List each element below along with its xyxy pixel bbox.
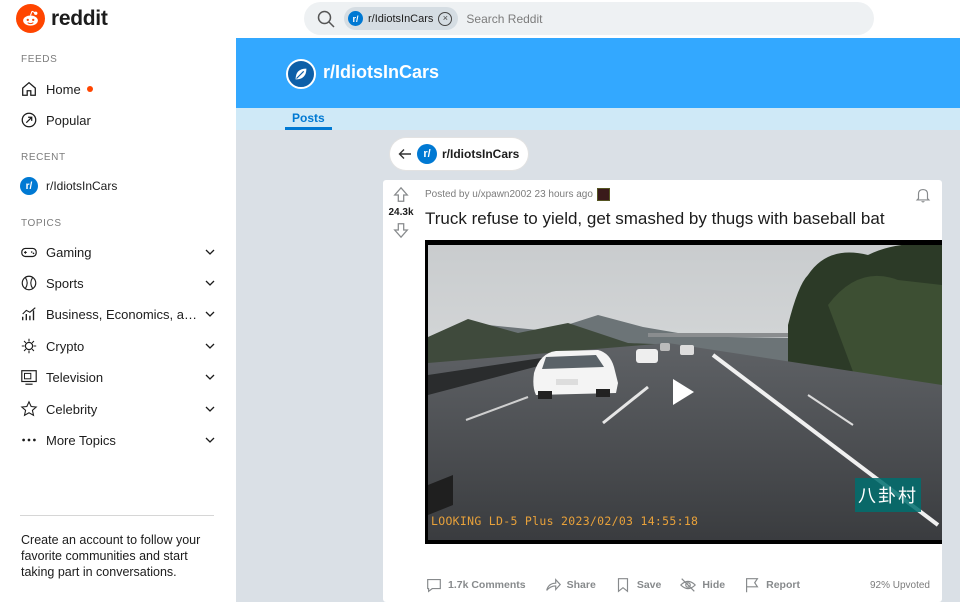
- sidebar-item-business[interactable]: Business, Economics, and Finance: [20, 302, 216, 326]
- sidebar-item-label: Sports: [46, 275, 84, 291]
- share-icon: [545, 578, 561, 592]
- community-leaf-icon: [286, 59, 316, 89]
- dashcam-timestamp: LOOKING LD-5 Plus 2023/02/03 14:55:18: [431, 514, 699, 528]
- sidebar-item-home[interactable]: Home: [20, 77, 216, 101]
- chevron-down-icon[interactable]: [204, 246, 216, 258]
- post-card[interactable]: 24.3k Posted by u/xpawn2002 23 hours ago…: [383, 180, 942, 602]
- chevron-down-icon[interactable]: [204, 308, 216, 320]
- community-icon: r/: [20, 177, 38, 195]
- sidebar-item-label: Gaming: [46, 244, 92, 260]
- sidebar-item-more-topics[interactable]: More Topics: [20, 428, 216, 452]
- main-content: r/IdiotsInCars Posts r/ r/IdiotsInCars 2…: [236, 38, 960, 602]
- sidebar-item-popular[interactable]: Popular: [20, 108, 216, 132]
- post-meta: Posted by u/xpawn2002 23 hours ago: [425, 188, 610, 201]
- vote-count: 24.3k: [388, 207, 414, 218]
- post-meta-text: Posted by u/xpawn2002 23 hours ago: [425, 189, 593, 200]
- back-to-community-button[interactable]: r/ r/IdiotsInCars: [390, 138, 529, 170]
- sidebar-item-label: Television: [46, 369, 104, 385]
- community-title: r/IdiotsInCars: [323, 62, 440, 82]
- hide-label: Hide: [702, 579, 726, 591]
- gamepad-icon: [20, 243, 38, 261]
- sidebar-item-label: r/IdiotsInCars: [46, 179, 118, 193]
- bookmark-icon: [617, 578, 628, 593]
- flag-icon: [746, 578, 759, 593]
- upvote-arrow-icon[interactable]: [392, 186, 410, 204]
- ellipsis-icon: [20, 431, 38, 449]
- sidebar-item-label: More Topics: [46, 432, 116, 448]
- save-label: Save: [636, 579, 662, 591]
- downvote-arrow-icon[interactable]: [392, 221, 410, 239]
- chevron-down-icon[interactable]: [204, 277, 216, 289]
- reddit-snoo-icon: [16, 4, 45, 33]
- notification-dot: [86, 86, 93, 92]
- topics-heading: TOPICS: [21, 218, 62, 229]
- comment-icon: [427, 579, 441, 593]
- signup-cta-text: Create an account to follow your favorit…: [21, 533, 201, 579]
- video-player[interactable]: 八卦村 LOOKING LD-5 Plus 2023/02/03 14:55:1…: [425, 240, 942, 544]
- hide-button[interactable]: Hide: [679, 576, 725, 594]
- reddit-wordmark: reddit: [51, 6, 108, 30]
- sidebar-item-label: Popular: [46, 112, 91, 128]
- award-icon: [596, 188, 610, 201]
- sidebar-item-sports[interactable]: Sports: [20, 271, 216, 295]
- chevron-down-icon[interactable]: [204, 434, 216, 446]
- video-watermark: 八卦村: [855, 478, 921, 512]
- comments-label: 1.7k Comments: [448, 579, 526, 591]
- community-icon: r/: [348, 11, 363, 26]
- report-label: Report: [766, 579, 800, 591]
- eye-off-icon: [680, 578, 697, 592]
- feeds-heading: FEEDS: [21, 54, 58, 65]
- share-label: Share: [566, 579, 596, 591]
- sidebar-item-gaming[interactable]: Gaming: [20, 240, 216, 264]
- bell-icon[interactable]: [914, 186, 932, 204]
- chevron-down-icon[interactable]: [204, 371, 216, 383]
- reddit-logo[interactable]: reddit: [16, 4, 108, 33]
- sidebar-item-label: Business, Economics, and Finance: [46, 306, 198, 322]
- post-actions: 1.7k Comments Share Save Hide Report 92%…: [425, 576, 930, 594]
- sidebar-divider: [20, 515, 214, 516]
- sidebar-item-idiotsincars[interactable]: r/ r/IdiotsInCars: [20, 174, 216, 198]
- top-bar: reddit r/ r/IdiotsInCars ×: [0, 0, 960, 38]
- sidebar-item-label: Home: [46, 81, 81, 97]
- community-icon: r/: [417, 144, 437, 164]
- search-input[interactable]: [466, 11, 767, 26]
- chart-icon: [20, 305, 38, 323]
- tab-posts[interactable]: Posts: [285, 111, 332, 130]
- play-icon[interactable]: [670, 377, 696, 407]
- crypto-icon: [20, 337, 38, 355]
- home-icon: [20, 80, 38, 98]
- back-arrow-icon: [398, 149, 411, 159]
- search-icon: [317, 10, 335, 28]
- community-banner: r/IdiotsInCars: [236, 38, 960, 108]
- sidebar-item-television[interactable]: Television: [20, 365, 216, 389]
- popular-arrow-icon: [20, 111, 38, 129]
- search-community-chip[interactable]: r/ r/IdiotsInCars ×: [344, 7, 459, 30]
- back-label: r/IdiotsInCars: [442, 147, 520, 161]
- sidebar-item-label: Celebrity: [46, 401, 98, 417]
- close-icon[interactable]: ×: [438, 11, 453, 26]
- tv-icon: [20, 368, 38, 386]
- chip-label: r/IdiotsInCars: [368, 12, 434, 25]
- share-button[interactable]: Share: [544, 576, 596, 594]
- vote-column: 24.3k: [383, 186, 419, 239]
- upvote-ratio: 92% Upvoted: [869, 579, 930, 591]
- post-title[interactable]: Truck refuse to yield, get smashed by th…: [425, 209, 885, 229]
- ball-icon: [20, 274, 38, 292]
- save-button[interactable]: Save: [614, 576, 662, 594]
- chevron-down-icon[interactable]: [204, 403, 216, 415]
- community-tabs: Posts: [236, 108, 960, 130]
- comments-button[interactable]: 1.7k Comments: [425, 576, 526, 594]
- chevron-down-icon[interactable]: [204, 340, 216, 352]
- sidebar-item-label: Crypto: [46, 338, 85, 354]
- sidebar-item-crypto[interactable]: Crypto: [20, 334, 216, 358]
- sidebar-item-celebrity[interactable]: Celebrity: [20, 397, 216, 421]
- left-sidebar: FEEDS Home Popular RECENT r/ r/IdiotsInC…: [0, 38, 236, 602]
- star-icon: [20, 400, 38, 418]
- report-button[interactable]: Report: [743, 576, 800, 594]
- recent-heading: RECENT: [21, 152, 66, 163]
- search-bar[interactable]: r/ r/IdiotsInCars ×: [304, 2, 874, 35]
